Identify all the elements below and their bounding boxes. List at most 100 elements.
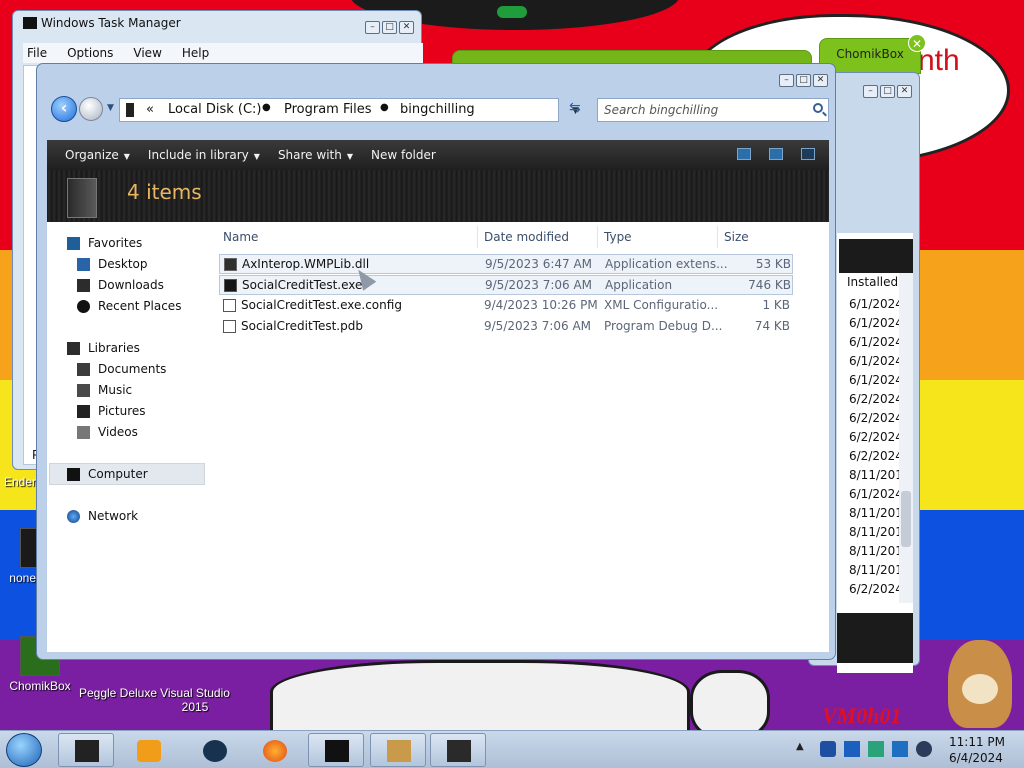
column-header-date-modified[interactable]: Date modified (484, 230, 569, 244)
maximize-button[interactable]: □ (880, 85, 895, 98)
new-folder-button[interactable]: New folder (371, 148, 436, 162)
nav-item-recent-places[interactable]: Recent Places (77, 299, 181, 313)
file-name: SocialCreditTest.exe.config (241, 298, 402, 312)
menu-view[interactable]: View (133, 43, 161, 63)
nav-item-documents[interactable]: Documents (77, 362, 166, 376)
nav-item-libraries[interactable]: Libraries (67, 341, 140, 355)
close-button[interactable]: ✕ (399, 21, 414, 34)
chevron-down-icon: ▼ (253, 152, 260, 161)
recent-places-icon (77, 299, 90, 313)
preview-pane-icon[interactable] (769, 148, 783, 160)
shield-icon[interactable] (820, 741, 836, 757)
file-date: 9/5/2023 7:06 AM (484, 319, 592, 333)
chevron-down-icon: ▼ (346, 152, 353, 161)
programs-details-pane (837, 613, 913, 663)
minimize-button[interactable]: – (863, 85, 878, 98)
include-in-library-button[interactable]: Include in library ▼ (148, 148, 260, 162)
history-dropdown-icon[interactable]: ▼ (107, 103, 114, 113)
column-divider[interactable] (717, 226, 718, 248)
column-header-size[interactable]: Size (724, 230, 749, 244)
forward-button[interactable] (79, 97, 103, 121)
nav-item-downloads[interactable]: Downloads (77, 278, 164, 292)
programs-scrollbar-thumb[interactable] (901, 491, 911, 547)
organize-button[interactable]: Organize ▼ (65, 148, 130, 162)
installed-date: 6/2/2024 (849, 392, 903, 406)
videos-icon (77, 425, 90, 439)
pdb-file-icon (223, 320, 236, 333)
taskbar-chomikbox-button[interactable] (370, 733, 426, 767)
start-button[interactable] (6, 733, 42, 767)
nav-item-desktop[interactable]: Desktop (77, 257, 148, 271)
installed-date: 6/2/2024 (849, 411, 903, 425)
column-header-type[interactable]: Type (604, 230, 632, 244)
file-row[interactable]: AxInterop.WMPLib.dll 9/5/2023 6:47 AM Ap… (219, 254, 793, 274)
chomikbox-close-icon[interactable]: ✕ (908, 34, 926, 52)
nav-item-label: Music (98, 383, 133, 397)
refresh-icon[interactable]: ⇆ (569, 100, 581, 116)
nav-item-label: Recent Places (98, 299, 182, 313)
breadcrumb-overflow-icon[interactable]: « (146, 102, 154, 117)
menu-options[interactable]: Options (67, 43, 113, 63)
programs-scrollbar[interactable] (899, 273, 913, 603)
chomikbox-icon (387, 740, 411, 762)
column-divider[interactable] (477, 226, 478, 248)
change-view-icon[interactable] (737, 148, 751, 160)
share-with-button[interactable]: Share with ▼ (278, 148, 353, 162)
close-button[interactable]: ✕ (897, 85, 912, 98)
maximize-button[interactable]: □ (796, 74, 811, 87)
breadcrumb-separator-icon[interactable]: ● (380, 102, 389, 113)
column-divider[interactable] (597, 226, 598, 248)
nav-item-computer[interactable]: Computer (67, 467, 148, 481)
explorer-window[interactable]: – □ ✕ ‹ ▼ « Local Disk (C:) ● Program Fi… (36, 63, 836, 660)
nav-item-pictures[interactable]: Pictures (77, 404, 146, 418)
clock-date[interactable]: 6/4/2024 (949, 751, 1003, 765)
wallpaper-green-shape (497, 6, 527, 18)
desktop-icon-label: Peggle Deluxe (78, 686, 158, 700)
app-icon (203, 740, 227, 762)
taskbar-programs-button[interactable] (430, 733, 486, 767)
taskbar-app-button[interactable] (186, 733, 242, 767)
network-icon[interactable] (868, 741, 884, 757)
breadcrumb-program-files[interactable]: Program Files (284, 102, 372, 117)
file-row[interactable]: SocialCreditTest.pdb 9/5/2023 7:06 AM Pr… (219, 317, 793, 337)
clock-time[interactable]: 11:11 PM (949, 735, 1005, 749)
column-installed-header[interactable]: Installed (847, 275, 898, 289)
hamster-image (948, 640, 1012, 728)
include-in-library-label: Include in library (147, 148, 249, 162)
show-hidden-icons-icon[interactable]: ▲ (796, 741, 804, 752)
minimize-button[interactable]: – (779, 74, 794, 87)
search-icon[interactable] (813, 103, 823, 113)
taskbar-task-manager-button[interactable] (308, 733, 364, 767)
breadcrumb-bingchilling[interactable]: bingchilling (400, 102, 475, 117)
taskbar-explorer-button[interactable] (58, 733, 114, 767)
taskbar-firefox-button[interactable] (246, 733, 302, 767)
volume-icon[interactable] (916, 741, 932, 757)
task-manager-window-controls: – □ ✕ (365, 21, 414, 34)
file-row[interactable]: SocialCreditTest.exe.config 9/4/2023 10:… (219, 296, 793, 316)
back-button[interactable]: ‹ (51, 96, 77, 122)
installed-date: 6/2/2024 (849, 449, 903, 463)
file-size: 74 KB (754, 319, 790, 333)
address-bar[interactable]: « Local Disk (C:) ● Program Files ● bing… (119, 98, 579, 122)
nav-item-music[interactable]: Music (77, 383, 132, 397)
nav-item-favorites[interactable]: Favorites (67, 236, 142, 250)
nav-item-network[interactable]: Network (67, 509, 138, 523)
maximize-button[interactable]: □ (382, 21, 397, 34)
search-input[interactable]: Search bingchilling (597, 98, 829, 122)
monitor-icon[interactable] (892, 741, 908, 757)
nav-item-videos[interactable]: Videos (77, 425, 138, 439)
breadcrumb-local-disk[interactable]: Local Disk (C:) (168, 102, 261, 117)
file-size: 746 KB (748, 278, 791, 292)
antivirus-icon[interactable] (844, 741, 860, 757)
file-row[interactable]: SocialCreditTest.exe 9/5/2023 7:06 AM Ap… (219, 275, 793, 295)
taskbar-media-player-button[interactable] (120, 733, 176, 767)
menu-help[interactable]: Help (182, 43, 209, 63)
minimize-button[interactable]: – (365, 21, 380, 34)
item-count: 4 items (127, 180, 202, 204)
column-header-name[interactable]: Name (223, 230, 258, 244)
breadcrumb-separator-icon[interactable]: ● (262, 102, 271, 113)
close-button[interactable]: ✕ (813, 74, 828, 87)
help-icon[interactable] (801, 148, 815, 160)
details-banner: 4 items (47, 170, 829, 222)
menu-file[interactable]: File (27, 43, 47, 63)
